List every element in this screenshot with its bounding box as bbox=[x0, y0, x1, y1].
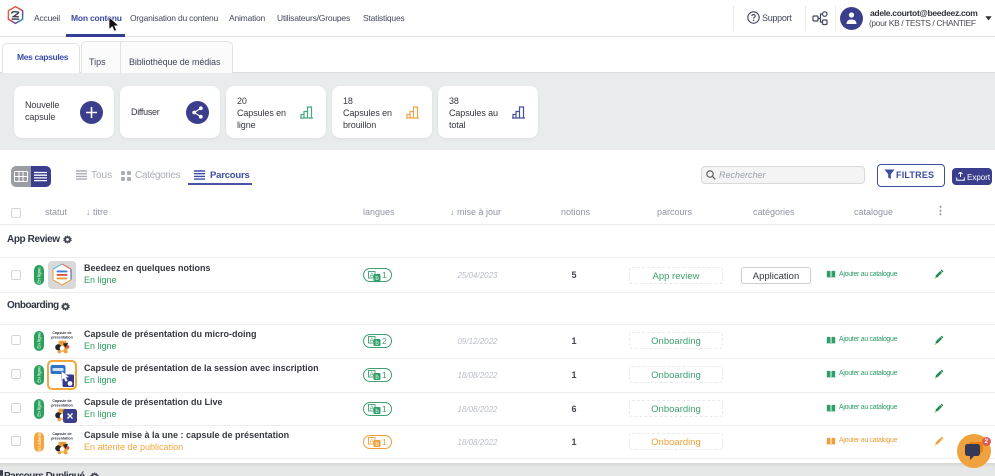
svg-text:A: A bbox=[370, 406, 374, 412]
svg-text:A: A bbox=[370, 439, 374, 445]
svg-text:A: A bbox=[370, 372, 374, 378]
svg-text:Capsule de: Capsule de bbox=[52, 331, 71, 335]
svg-text:A: A bbox=[370, 338, 374, 344]
svg-text:Capsule de: Capsule de bbox=[52, 399, 71, 403]
svg-text:A: A bbox=[370, 272, 374, 278]
svg-text:Capsule de: Capsule de bbox=[52, 432, 71, 436]
svg-text:présentation: présentation bbox=[51, 403, 73, 407]
svg-text:présentation: présentation bbox=[51, 335, 73, 339]
svg-text:présentation: présentation bbox=[51, 436, 73, 440]
